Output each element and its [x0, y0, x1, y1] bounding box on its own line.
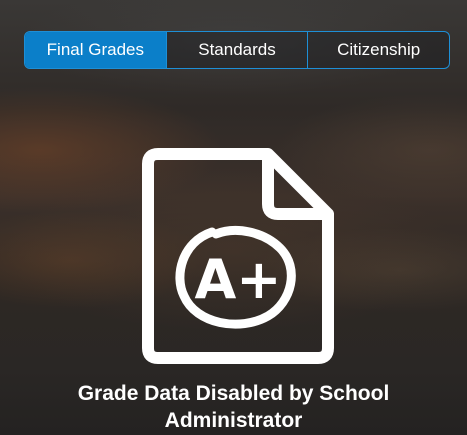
- tab-standards[interactable]: Standards: [167, 32, 309, 68]
- grade-document-a-plus-icon: A+: [140, 146, 336, 364]
- tab-final-grades[interactable]: Final Grades: [25, 32, 167, 68]
- grade-type-segmented-control: Final Grades Standards Citizenship: [24, 31, 450, 69]
- tab-citizenship[interactable]: Citizenship: [308, 32, 449, 68]
- grade-disabled-message: Grade Data Disabled by School Administra…: [77, 382, 390, 432]
- grade-letter: A+: [194, 248, 281, 311]
